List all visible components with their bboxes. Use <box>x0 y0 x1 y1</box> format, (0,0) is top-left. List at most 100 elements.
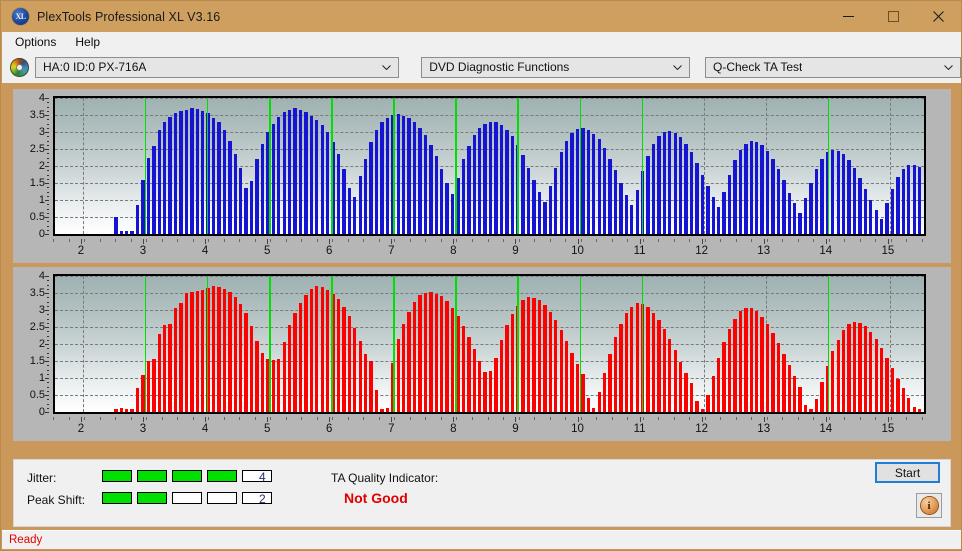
chart-bar <box>760 316 764 412</box>
chart-bar <box>325 289 330 412</box>
x-tick-label: 4 <box>201 423 209 435</box>
chart-bar <box>570 352 574 412</box>
chart-bar <box>673 350 677 412</box>
test-select[interactable]: Q-Check TA Test <box>705 56 961 78</box>
x-tick-label: 14 <box>819 245 833 257</box>
chart-bar <box>304 112 308 234</box>
x-tick-label: 3 <box>139 245 147 257</box>
chart-bar <box>461 159 466 234</box>
y-tick-minor <box>47 331 49 333</box>
x-tick-minor <box>471 239 473 242</box>
meter-segment <box>137 470 167 482</box>
chart-bar <box>793 203 797 234</box>
menu-item-options[interactable]: Options <box>7 33 64 51</box>
x-tick-mark <box>577 417 579 422</box>
x-tick-mark <box>80 417 82 422</box>
marker-line <box>145 276 147 412</box>
x-tick-minor <box>208 417 210 420</box>
chart-bar <box>668 339 672 412</box>
menu-item-help[interactable]: Help <box>67 33 108 51</box>
chart-bar <box>478 361 482 412</box>
chart-bar <box>130 230 134 234</box>
x-tick-minor <box>223 417 225 420</box>
x-tick-minor <box>549 417 551 420</box>
marker-line <box>517 98 519 234</box>
y-tick-minor <box>47 234 49 235</box>
chart-bar <box>478 127 482 234</box>
chart-bar <box>814 399 819 412</box>
x-tick-minor <box>503 417 505 420</box>
x-tick-label: 13 <box>757 423 771 435</box>
y-tick-minor <box>47 106 49 108</box>
minimize-icon[interactable] <box>826 1 871 32</box>
chart-bar <box>630 205 634 234</box>
chart-bar <box>874 210 878 234</box>
chart-bar <box>304 294 308 412</box>
x-tick-label: 7 <box>388 245 395 257</box>
chevron-down-icon <box>673 65 682 70</box>
plot-area-lower <box>53 274 926 414</box>
chart-bar <box>461 326 466 412</box>
x-tick-minor <box>828 239 830 242</box>
chart-bar <box>798 212 802 234</box>
x-tick-minor <box>471 417 473 420</box>
close-icon[interactable] <box>916 1 961 32</box>
chart-bar <box>195 291 199 412</box>
start-button[interactable]: Start <box>875 462 940 483</box>
x-tick-minor <box>192 417 194 420</box>
jitter-value: 4 <box>259 470 266 484</box>
chart-bar <box>554 320 558 412</box>
y-tick-minor <box>47 335 49 337</box>
chart-bar <box>662 132 667 234</box>
chart-bar <box>385 407 390 412</box>
x-tick-minor <box>549 239 551 242</box>
chart-bar <box>554 167 558 234</box>
chart-bar <box>890 189 895 234</box>
gridline-horizontal <box>55 276 924 277</box>
maximize-icon[interactable] <box>871 1 916 32</box>
x-tick-minor <box>99 417 101 420</box>
chart-bar <box>125 230 129 234</box>
x-tick-minor <box>859 417 861 420</box>
drive-select[interactable]: HA:0 ID:0 PX-716A <box>35 56 400 78</box>
x-tick-minor <box>534 417 536 420</box>
chart-bar <box>678 137 683 234</box>
status-bar: Ready <box>2 530 961 549</box>
chart-bar <box>255 159 259 234</box>
chart-bar <box>749 307 753 412</box>
chart-bar <box>418 127 422 234</box>
chart-bar <box>228 140 232 234</box>
chart-bar <box>114 409 118 412</box>
chart-bar <box>423 293 428 412</box>
chart-bar <box>537 300 542 412</box>
marker-line <box>393 276 395 412</box>
y-tick-label: 0.5 <box>29 389 45 401</box>
chart-bar <box>602 372 607 412</box>
plot-area-upper <box>53 96 926 236</box>
chart-bar <box>402 323 406 412</box>
chart-bar <box>380 122 384 234</box>
y-tick-minor <box>47 288 49 290</box>
y-axis-upper: 0 0.5 1 1.5 2 2.5 3 3.5 4 <box>13 89 49 243</box>
chart-bar <box>293 108 297 234</box>
chart-bar <box>271 123 275 234</box>
chart-bar <box>548 186 552 234</box>
info-button[interactable]: i <box>916 493 942 518</box>
x-tick-minor <box>378 417 380 420</box>
chart-bar <box>369 142 373 234</box>
y-tick-minor <box>47 178 49 180</box>
function-select[interactable]: DVD Diagnostic Functions <box>421 56 691 78</box>
y-tick-label: 2.5 <box>29 321 45 333</box>
x-tick-minor <box>704 417 706 420</box>
chart-bar <box>787 365 791 412</box>
x-tick-minor <box>409 239 411 242</box>
chart-bar <box>396 338 400 412</box>
chart-bar <box>787 192 791 234</box>
chart-bar <box>586 129 591 234</box>
chart-bar <box>168 323 172 412</box>
chart-bar <box>467 145 471 234</box>
chart-bar <box>434 155 438 234</box>
chart-bar <box>157 333 161 412</box>
chart-bar <box>597 139 601 234</box>
x-tick-mark <box>577 239 579 244</box>
